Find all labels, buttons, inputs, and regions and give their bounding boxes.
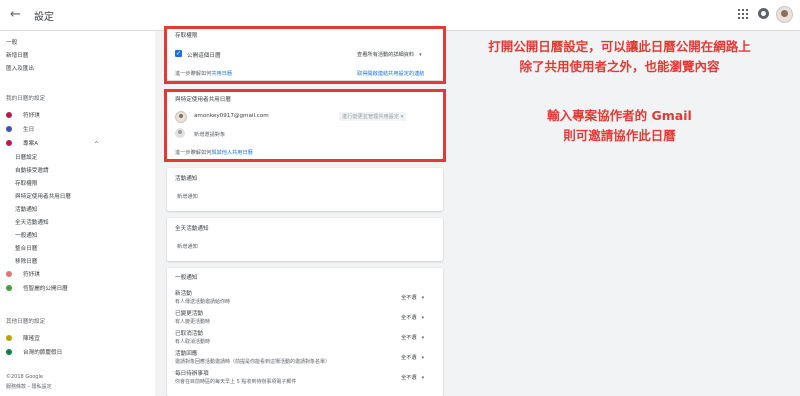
calendar-item[interactable]: 符妤琪: [6, 269, 40, 279]
sidebar-sub-auto-accept[interactable]: 自動接受邀請: [15, 166, 49, 174]
notification-row: 已取消活動 有人取消活動時: [175, 329, 210, 345]
calendar-color-dot: [6, 349, 12, 355]
calendar-name: 陳瑤宜: [23, 336, 40, 342]
sidebar-sub-share[interactable]: 與特定使用者共用日曆: [15, 192, 71, 200]
sidebar-item-add-calendar[interactable]: 新增日曆: [6, 51, 28, 59]
notification-row: 活動回應 邀請對象回應活動邀請時（前提是你能看到這場活動的邀請對象名單）: [175, 349, 330, 365]
calendar-name: 符妤琪: [23, 113, 40, 119]
notification-select-value: 全不選: [401, 355, 417, 361]
add-notification-button[interactable]: 新增通知: [177, 193, 198, 200]
notification-row: 每日待辦事項 你會在目前時區的每天早上 5 點收到待辦事項電子郵件: [175, 369, 296, 385]
sidebar-sub-remove[interactable]: 移除日曆: [15, 257, 37, 265]
notification-select[interactable]: 全不選 ▾: [401, 294, 424, 301]
calendar-name: 符妤琪: [23, 272, 40, 278]
allday-notifications-card: 全天活動通知 新增通知: [167, 218, 443, 261]
calendar-item[interactable]: 陳瑤宜: [6, 333, 40, 343]
annotation-line: 打開公開日曆設定，可以讓此日曆公開在網路上: [488, 39, 751, 54]
annotation-public-calendar: 打開公開日曆設定，可以讓此日曆公開在網路上 除了共用使用者之外，也能瀏覽內容: [452, 37, 787, 77]
dropdown-arrow-icon: ▾: [421, 375, 425, 381]
calendar-name: 生日: [23, 127, 35, 133]
chevron-up-icon[interactable]: ^: [94, 141, 99, 148]
notification-desc: 有人變更活動時: [175, 319, 211, 325]
card-title: 全天活動通知: [175, 226, 209, 232]
sidebar-sub-general-notifications[interactable]: 一般通知: [15, 231, 37, 239]
dropdown-arrow-icon: ▾: [421, 315, 425, 321]
notification-select[interactable]: 全不選 ▾: [401, 354, 424, 361]
calendar-color-dot: [6, 271, 12, 277]
other-calendars-heading: 其他日曆的設定: [6, 319, 46, 325]
notification-title: 新活動: [175, 291, 192, 297]
dropdown-arrow-icon: ▾: [421, 295, 425, 301]
notification-desc: 你會在目前時區的每天早上 5 點收到待辦事項電子郵件: [175, 379, 297, 385]
highlight-box: [164, 26, 446, 84]
sidebar-sub-calendar-settings[interactable]: 日曆設定: [15, 153, 37, 161]
my-calendars-heading: 我的日曆的設定: [6, 96, 46, 102]
copyright: ©2018 Google: [6, 374, 43, 380]
calendar-item[interactable]: 生日: [6, 124, 34, 134]
calendar-color-dot: [6, 335, 12, 341]
back-arrow-icon[interactable]: ←: [10, 7, 21, 22]
page-title: 設定: [34, 12, 54, 23]
sidebar-item-general[interactable]: 一般: [6, 38, 17, 46]
calendar-name: 專案A: [23, 141, 39, 147]
calendar-color-dot: [6, 140, 12, 146]
sidebar: 一般 新增日曆 匯入及匯出 我的日曆的設定 符妤琪 生日 專案A ^ 日曆設定 …: [0, 31, 155, 396]
card-title: 活動通知: [175, 176, 198, 182]
notification-title: 已變更活動: [175, 311, 203, 317]
add-notification-button[interactable]: 新增通知: [177, 243, 198, 250]
calendar-item[interactable]: 台灣的節慶假日: [6, 347, 62, 357]
calendar-item[interactable]: 專案A: [6, 138, 38, 148]
terms-link[interactable]: 服務條款 – 隱私設定: [6, 383, 52, 390]
calendar-name: 台灣的節慶假日: [23, 350, 63, 356]
annotation-share: 輸入專案協作者的 Gmail 則可邀請協作此日曆: [452, 106, 787, 146]
general-notifications-card: 一般通知 新活動 有人傳送活動邀請給你時 全不選 ▾ 已變更活動 有人變更活動時 …: [167, 268, 443, 396]
notification-desc: 有人傳送活動邀請給你時: [175, 299, 231, 305]
annotation-line: 則可邀請協作此日曆: [563, 128, 676, 143]
sidebar-sub-integrate[interactable]: 整合日曆: [15, 244, 37, 252]
dropdown-arrow-icon: ▾: [421, 355, 425, 361]
dropdown-arrow-icon: ▾: [421, 335, 425, 341]
calendar-item[interactable]: 恆智麗的公開日曆: [6, 283, 68, 293]
notification-select-value: 全不選: [401, 375, 417, 381]
notification-title: 每日待辦事項: [175, 371, 209, 377]
calendar-color-dot: [6, 126, 12, 132]
notification-select[interactable]: 全不選 ▾: [401, 374, 424, 381]
sidebar-sub-event-notifications[interactable]: 活動通知: [15, 205, 37, 213]
notification-select-value: 全不選: [401, 315, 417, 321]
sidebar-sub-allday-notifications[interactable]: 全天活動通知: [15, 218, 49, 226]
sidebar-item-import-export[interactable]: 匯入及匯出: [6, 64, 34, 72]
calendar-item[interactable]: 符妤琪: [6, 110, 40, 120]
sidebar-sub-access[interactable]: 存取權限: [15, 179, 37, 187]
notification-select[interactable]: 全不選 ▾: [401, 314, 424, 321]
notification-select[interactable]: 全不選 ▾: [401, 334, 424, 341]
card-title: 一般通知: [175, 275, 198, 281]
annotation-line: 除了共用使用者之外，也能瀏覽內容: [519, 59, 720, 74]
avatar[interactable]: [776, 6, 793, 23]
notification-select-value: 全不選: [401, 335, 417, 341]
account-circle-icon[interactable]: [758, 8, 769, 19]
event-notifications-card: 活動通知 新增通知: [167, 168, 443, 211]
highlight-box: [164, 89, 446, 162]
notification-title: 已取消活動: [175, 331, 203, 337]
notification-select-value: 全不選: [401, 295, 417, 301]
annotation-line: 輸入專案協作者的 Gmail: [547, 108, 692, 123]
apps-grid-icon[interactable]: [738, 9, 748, 19]
notification-row: 已變更活動 有人變更活動時: [175, 309, 210, 325]
notification-desc: 有人取消活動時: [175, 339, 211, 345]
notification-row: 新活動 有人傳送活動邀請給你時: [175, 289, 230, 305]
calendar-color-dot: [6, 285, 12, 291]
notification-desc: 邀請對象回應活動邀請時（前提是你能看到這場活動的邀請對象名單）: [175, 359, 331, 365]
calendar-color-dot: [6, 112, 12, 118]
calendar-name: 恆智麗的公開日曆: [23, 286, 68, 292]
notification-title: 活動回應: [175, 351, 198, 357]
